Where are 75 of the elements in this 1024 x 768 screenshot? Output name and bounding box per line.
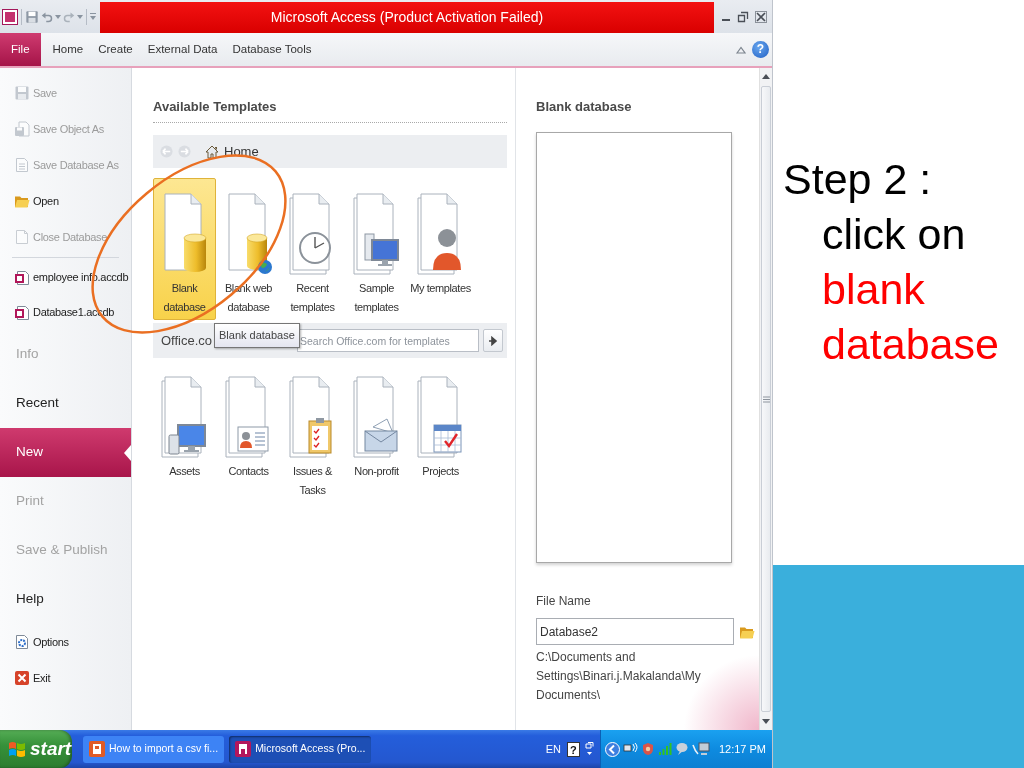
caret-icon[interactable] xyxy=(55,14,61,19)
restore-icon[interactable] xyxy=(584,742,594,756)
menu-item[interactable]: Options xyxy=(0,624,131,660)
file-path-text: C:\Documents and Settings\Binari.j.Makalanda\My Documents\ xyxy=(536,649,702,704)
envelope-icon xyxy=(352,375,401,461)
calendar-icon xyxy=(416,375,465,461)
backstage-tab[interactable]: Recent xyxy=(0,379,131,428)
restore-icon[interactable] xyxy=(737,10,749,23)
close-icon xyxy=(14,670,30,686)
search-field[interactable]: Search Office.com for templates xyxy=(297,329,479,352)
scrollbar-thumb[interactable] xyxy=(761,86,771,712)
template-tile[interactable]: Issues & Tasks xyxy=(281,365,344,507)
backstage-tab[interactable]: New xyxy=(0,428,131,477)
close-icon[interactable] xyxy=(754,10,767,23)
monitor-icon[interactable] xyxy=(691,742,710,756)
template-tile[interactable]: My templates xyxy=(409,178,472,320)
language-indicator[interactable]: EN xyxy=(545,740,561,758)
field-label: File Name xyxy=(536,593,591,610)
floppy-document-icon xyxy=(14,121,30,137)
arrow-right-icon xyxy=(488,335,498,346)
grip-icon xyxy=(762,395,770,403)
app-icon xyxy=(89,741,105,757)
window-title: Microsoft Access (Product Activation Failed) xyxy=(100,2,714,33)
ribbon-tab[interactable]: Home xyxy=(46,33,90,66)
section-heading: Office.co xyxy=(161,331,213,350)
computer-icon xyxy=(160,375,209,461)
flag-icon xyxy=(8,740,26,758)
instruction-text: blank xyxy=(822,264,925,315)
taskbar-button[interactable]: How to import a csv fi... xyxy=(83,735,225,763)
template-tile[interactable]: Sample templates xyxy=(345,178,408,320)
settings-icon xyxy=(14,634,30,650)
template-tile[interactable]: Blank database xyxy=(153,178,216,320)
ribbon-tab[interactable]: Database Tools xyxy=(226,33,318,66)
panel-title: Blank database xyxy=(536,98,633,116)
template-tile[interactable]: Assets xyxy=(153,365,216,507)
caret-icon[interactable] xyxy=(77,14,83,19)
menu-item[interactable]: Exit xyxy=(0,660,131,696)
computer-icon xyxy=(352,192,401,278)
template-tile[interactable]: Projects xyxy=(409,365,472,507)
home-icon xyxy=(205,144,219,159)
ribbon-tab[interactable]: File xyxy=(0,33,41,66)
instruction-text: click on xyxy=(822,209,966,260)
template-tile[interactable]: Recent templates xyxy=(281,178,344,320)
curved-arrow-icon[interactable] xyxy=(63,10,75,23)
down-arrow-icon[interactable] xyxy=(762,719,770,724)
template-tile[interactable]: Non-profit xyxy=(345,365,408,507)
menu-item[interactable]: Open xyxy=(0,183,131,219)
clock-text: 12:17 PM xyxy=(718,741,766,757)
up-arrow-icon[interactable] xyxy=(762,74,770,79)
document-icon xyxy=(14,157,30,173)
app-icon xyxy=(235,741,252,757)
help-button[interactable]: ? xyxy=(566,741,580,757)
section-title: Available Templates xyxy=(153,98,278,116)
chevron-left-icon[interactable] xyxy=(604,741,620,757)
taskbar-button[interactable]: Microsoft Access (Pro... xyxy=(229,735,372,763)
shield-icon[interactable] xyxy=(640,742,655,756)
ribbon-tab[interactable]: Create xyxy=(92,33,139,66)
instruction-text: database xyxy=(822,319,999,370)
caret-up-icon[interactable] xyxy=(736,45,746,54)
backstage-tab[interactable]: Help xyxy=(0,575,131,624)
tooltip: Blank database xyxy=(214,323,300,348)
file-name-field[interactable]: Database2 xyxy=(536,618,734,645)
curved-arrow-icon[interactable] xyxy=(41,10,53,23)
signal-bars-icon[interactable] xyxy=(657,742,672,756)
ribbon-tab[interactable]: External Data xyxy=(141,33,224,66)
search-button[interactable] xyxy=(483,329,503,352)
database-file-icon xyxy=(14,304,30,321)
app-icon[interactable] xyxy=(2,8,18,25)
document-icon xyxy=(14,229,30,245)
start-button[interactable]: start xyxy=(0,730,72,768)
balloon-icon[interactable] xyxy=(674,742,689,756)
step-heading: Step 2 : xyxy=(783,154,932,205)
template-tile[interactable]: Contacts xyxy=(217,365,280,507)
database-file-icon xyxy=(14,269,30,286)
caret-icon[interactable] xyxy=(90,13,96,20)
